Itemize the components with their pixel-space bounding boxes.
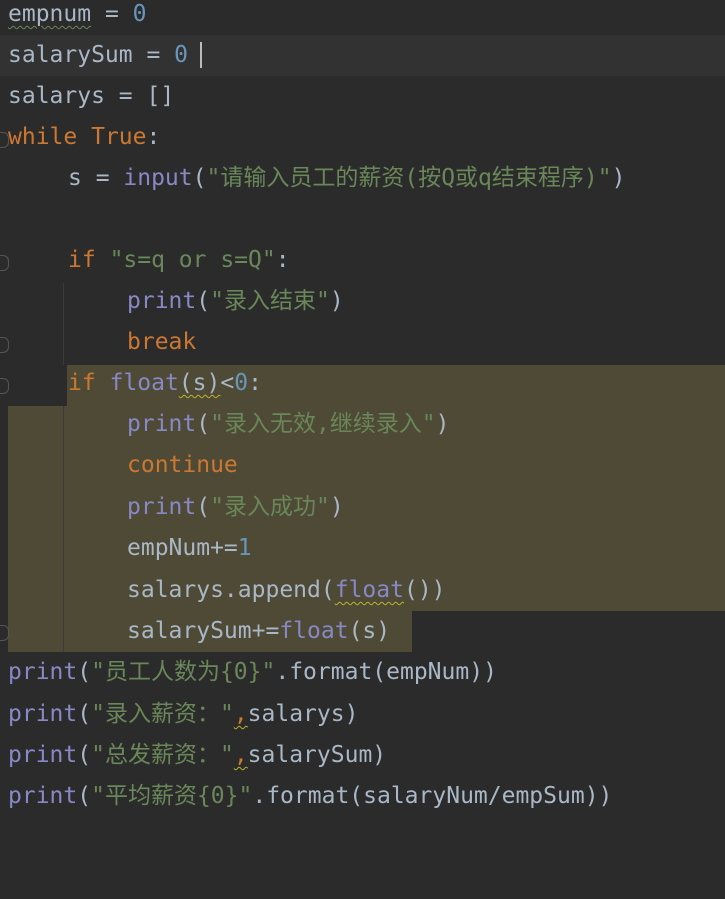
code-text: salarySum = 0	[8, 42, 189, 68]
code-line[interactable]: empnum = 0	[0, 0, 725, 35]
code-line[interactable]: if "s=q or s=Q":	[0, 240, 725, 281]
code-text: print("录入成功")	[127, 494, 344, 520]
code-text: print("员工人数为{0}".format(empNum))	[8, 659, 497, 685]
code-line[interactable]: print("平均薪资{0}".format(salaryNum/empSum)…	[0, 776, 725, 817]
code-line[interactable]: print("员工人数为{0}".format(empNum))	[0, 652, 725, 693]
code-text: salarySum+=float(s)	[127, 618, 391, 644]
code-line[interactable]: print("总发薪资：",salarySum)	[0, 735, 725, 776]
code-line[interactable]: if float(s)<0:	[0, 363, 725, 404]
code-text: if "s=q or s=Q":	[68, 247, 290, 273]
code-line[interactable]: salarySum+=float(s)	[0, 611, 725, 652]
code-text: salarys.append(float())	[127, 577, 446, 603]
code-line[interactable]: print("录入无效,继续录入")	[0, 404, 725, 445]
code-line-current[interactable]: salarySum = 0	[0, 35, 725, 76]
code-text: print("录入结束")	[127, 288, 344, 314]
code-line[interactable]: salarys.append(float())	[0, 570, 725, 611]
code-line[interactable]: print("录入薪资：",salarys)	[0, 694, 725, 735]
code-text: print("总发薪资：",salarySum)	[8, 742, 387, 768]
code-text: break	[127, 329, 197, 355]
text-caret	[200, 42, 202, 68]
code-text: empnum = 0	[8, 1, 147, 27]
code-line[interactable]: print("录入结束")	[0, 281, 725, 322]
code-text: print("录入无效,继续录入")	[127, 411, 450, 437]
code-editor[interactable]: empnum = 0 salarySum = 0 salarys = [] wh…	[0, 0, 725, 809]
code-text: s = input("请输入员工的薪资(按Q或q结束程序)")	[68, 165, 626, 191]
code-text: while True:	[8, 124, 161, 150]
code-text: print("录入薪资：",salarys)	[8, 701, 359, 727]
code-text: if float(s)<0:	[68, 370, 262, 396]
code-text: continue	[127, 452, 238, 478]
code-line[interactable]: break	[0, 322, 725, 363]
code-text: salarys = []	[8, 83, 175, 109]
code-line[interactable]: s = input("请输入员工的薪资(按Q或q结束程序)")	[0, 158, 725, 199]
code-line[interactable]: salarys = []	[0, 76, 725, 117]
code-token: empnum	[8, 1, 92, 27]
code-line[interactable]: print("录入成功")	[0, 487, 725, 528]
code-text: empNum+=1	[127, 535, 252, 561]
code-line[interactable]: while True:	[0, 117, 725, 158]
code-text: print("平均薪资{0}".format(salaryNum/empSum)…	[8, 783, 613, 809]
code-line[interactable]: empNum+=1	[0, 528, 725, 569]
code-line[interactable]: continue	[0, 445, 725, 486]
